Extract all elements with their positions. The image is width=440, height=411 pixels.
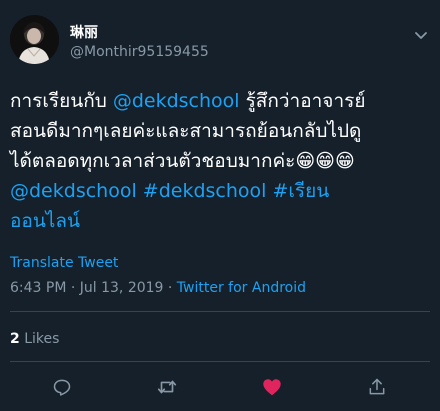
retweet-icon	[157, 380, 177, 394]
grinning-face-emoji-icon: 😁😁😁	[295, 150, 355, 172]
share-button[interactable]	[362, 372, 392, 402]
mention-link[interactable]: @dekdschool	[10, 180, 137, 202]
like-button[interactable]	[257, 372, 287, 402]
tweet-text-segment: รู้สึกว่าอาจารย์	[239, 90, 366, 112]
divider	[10, 361, 430, 362]
avatar[interactable]	[10, 15, 59, 64]
tweet-text: การเรียนกับ @dekdschool รู้สึกว่าอาจารย์…	[10, 86, 435, 236]
mention-link[interactable]: @dekdschool	[113, 90, 240, 112]
hashtag-link[interactable]: #เรียน	[272, 180, 329, 202]
tweet-text-segment: การเรียนกับ	[10, 90, 113, 112]
hashtag-link[interactable]: ออนไลน์	[10, 210, 80, 232]
likes-label: Likes	[19, 331, 60, 347]
tweet-timestamp[interactable]: 6:43 PM · Jul 13, 2019 ·	[10, 280, 177, 296]
display-name[interactable]: 琳丽	[70, 22, 98, 42]
hashtag-link[interactable]: #dekdschool	[143, 180, 267, 202]
reply-button[interactable]	[47, 372, 77, 402]
tweet-actions	[0, 372, 440, 402]
tweet-text-line: ได้ตลอดทุกเวลาส่วนตัวชอบมากค่ะ😁😁😁	[10, 146, 435, 176]
tweet-text-line: ออนไลน์	[10, 206, 435, 236]
share-icon	[369, 378, 385, 395]
tweet-text-line: @dekdschool #dekdschool #เรียน	[10, 176, 435, 206]
tweet-metadata: 6:43 PM · Jul 13, 2019 · Twitter for And…	[10, 280, 306, 296]
tweet-source-link[interactable]: Twitter for Android	[177, 280, 306, 296]
user-handle[interactable]: @Monthir95159455	[70, 44, 209, 60]
like-icon	[263, 379, 281, 396]
tweet-text-line: สอนดีมากๆเลยค่ะและสามารถย้อนกลับไปดู	[10, 116, 435, 146]
divider	[10, 311, 430, 312]
tweet-text-segment: สอนดีมากๆเลยค่ะและสามารถย้อนกลับไปดู	[10, 120, 362, 142]
tweet-detail: 琳丽 @Monthir95159455 การเรียนกับ @dekdsch…	[0, 0, 440, 411]
avatar-image	[10, 15, 59, 64]
chevron-down-icon[interactable]	[413, 27, 429, 39]
tweet-text-segment: ได้ตลอดทุกเวลาส่วนตัวชอบมากค่ะ	[10, 150, 296, 172]
tweet-text-line: การเรียนกับ @dekdschool รู้สึกว่าอาจารย์	[10, 86, 435, 116]
likes-count: 2	[10, 331, 20, 347]
retweet-button[interactable]	[152, 372, 182, 402]
translate-tweet-link[interactable]: Translate Tweet	[10, 255, 118, 271]
reply-icon	[53, 379, 71, 396]
likes-stat[interactable]: 2 Likes	[10, 331, 59, 347]
